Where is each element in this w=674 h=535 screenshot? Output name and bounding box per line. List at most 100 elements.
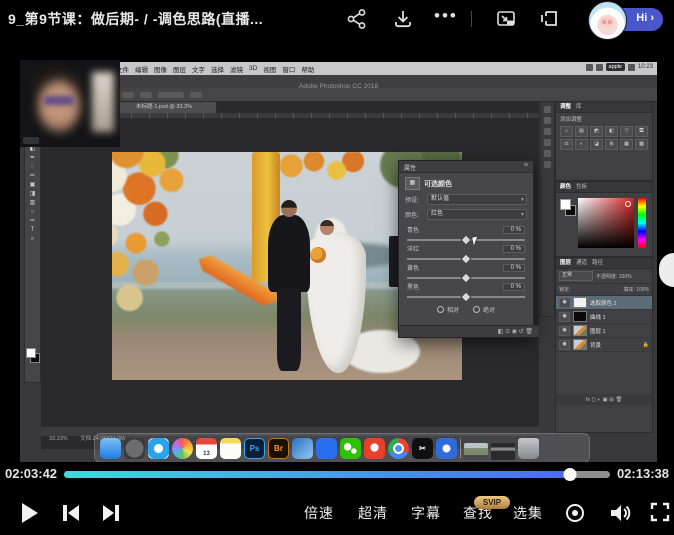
dock-icon-trash[interactable] [518, 438, 539, 459]
dock-icon-chrome[interactable] [388, 438, 409, 459]
exposure-adjustment-icon[interactable]: ◧ [605, 126, 618, 137]
slider-track[interactable] [407, 239, 525, 241]
hue-adjustment-icon[interactable]: 〓 [635, 126, 648, 137]
zoom-level[interactable]: 33.33% [49, 436, 68, 442]
eyedropper-tool-icon[interactable]: ✒ [30, 155, 35, 161]
vibrance-adjustment-icon[interactable]: ▽ [620, 126, 633, 137]
menu-item[interactable]: 图像 [154, 64, 167, 74]
slider-track[interactable] [407, 277, 525, 279]
quality-button[interactable]: 超清 [358, 503, 388, 523]
preset-select[interactable]: 默认值▾ [427, 194, 527, 205]
tab-layers[interactable]: 图层 [560, 258, 571, 268]
play-button[interactable] [18, 501, 40, 525]
side-drawer-handle[interactable] [659, 253, 674, 287]
fullscreen-icon[interactable] [650, 502, 670, 522]
dock-minimized-window[interactable] [491, 443, 515, 460]
selectivecolor-adjustment-icon[interactable]: ▩ [635, 139, 648, 150]
menu-item[interactable]: 选择 [211, 64, 224, 74]
color-select[interactable]: 红色▾ [427, 209, 527, 220]
menu-item[interactable]: 窗口 [282, 64, 295, 74]
opacity-label[interactable]: 不透明度: 100% [596, 273, 632, 280]
more-icon[interactable]: ••• [434, 6, 456, 28]
layer-mask-thumbnail[interactable] [573, 297, 587, 308]
panel-icon[interactable] [544, 106, 551, 113]
dock-icon-wechat[interactable] [340, 438, 361, 459]
dock-icon-bridge[interactable]: Br [268, 438, 289, 459]
bw-adjustment-icon[interactable]: ◐ [575, 139, 588, 150]
dock-minimized-window[interactable] [464, 443, 488, 460]
dock-icon-photos[interactable] [172, 438, 193, 459]
color-field[interactable] [578, 198, 634, 248]
record-icon[interactable] [564, 502, 586, 524]
foreground-color-swatch[interactable] [26, 348, 36, 358]
tab-color[interactable]: 颜色 [560, 182, 571, 192]
colorbalance-adjustment-icon[interactable]: ⚖ [560, 139, 573, 150]
visibility-eye-icon[interactable]: ◉ [559, 340, 570, 350]
zoom-tool-icon[interactable]: ⌕ [31, 236, 34, 242]
dock-icon-safari[interactable] [148, 438, 169, 459]
dock-icon-launchpad[interactable] [124, 438, 145, 459]
pen-tool-icon[interactable]: ✑ [30, 218, 35, 224]
dock-icon-photoshop[interactable]: Ps [244, 438, 265, 459]
tab-libraries[interactable]: 库 [576, 102, 582, 112]
hue-strip[interactable] [638, 198, 646, 248]
dock-icon-finder[interactable] [100, 438, 121, 459]
speed-button[interactable]: 倍速 [304, 503, 334, 523]
relative-radio[interactable]: 相对 [437, 305, 459, 314]
heal-tool-icon[interactable]: ◌ [31, 164, 35, 170]
next-episode-button[interactable] [100, 503, 122, 523]
layers-footer[interactable]: fx ◻ ◐ ▣ ⊞ 🗑 [556, 394, 652, 405]
tab-adjustments[interactable]: 调整 [560, 102, 571, 112]
visibility-eye-icon[interactable]: ◉ [559, 326, 570, 336]
layer-row-layer1[interactable]: ◉ 图层 1 [556, 324, 652, 338]
photofilter-adjustment-icon[interactable]: ◪ [590, 139, 603, 150]
color-foreground-swatch[interactable] [560, 199, 571, 210]
download-icon[interactable] [392, 8, 414, 30]
slider-value[interactable]: 0 % [503, 226, 525, 234]
lookup-adjustment-icon[interactable]: ▦ [620, 139, 633, 150]
menu-item[interactable]: 图层 [173, 64, 186, 74]
gradient-tool-icon[interactable]: ▥ [30, 200, 36, 206]
slider-track[interactable] [407, 296, 525, 298]
text-tool-icon[interactable]: T [31, 227, 35, 233]
menu-item[interactable]: 编辑 [135, 64, 148, 74]
layer-row-background[interactable]: ◉ 背景 🔒 [556, 338, 652, 352]
share-icon[interactable] [346, 8, 368, 30]
menu-item[interactable]: 视图 [263, 64, 276, 74]
panel-icon[interactable] [544, 117, 551, 124]
menu-item[interactable]: 帮助 [301, 64, 314, 74]
menu-item[interactable]: 文字 [192, 64, 205, 74]
tab-channels[interactable]: 通道 [576, 258, 587, 268]
slider-value[interactable]: 0 % [503, 264, 525, 272]
tab-swatches[interactable]: 色板 [576, 182, 587, 192]
dodge-tool-icon[interactable]: ○ [31, 209, 35, 215]
blend-mode-select[interactable]: 正常 [559, 271, 593, 281]
layer-thumbnail[interactable] [573, 325, 587, 336]
menu-item[interactable]: 滤镜 [230, 64, 243, 74]
visibility-eye-icon[interactable]: ◉ [559, 312, 570, 322]
footer-icons[interactable]: ◧ ⊙ ◉ ↺ 🗑 [498, 328, 533, 335]
layer-mask-thumbnail[interactable] [573, 311, 587, 322]
layer-row-selective-color[interactable]: ◉ 选取颜色 1 [556, 296, 652, 310]
layer-row-curves[interactable]: ◉ 曲线 1 [556, 310, 652, 324]
dock-icon-capcut[interactable]: ✂ [412, 438, 433, 459]
dock-icon-notes[interactable] [220, 438, 241, 459]
pip-icon[interactable] [495, 8, 517, 30]
episodes-button[interactable]: 选集 [513, 503, 543, 523]
levels-adjustment-icon[interactable]: ▤ [575, 126, 588, 137]
slider-value[interactable]: 0 % [503, 283, 525, 291]
panel-icon[interactable] [544, 139, 551, 146]
brush-tool-icon[interactable]: ✏ [30, 173, 35, 179]
previous-episode-button[interactable] [60, 503, 82, 523]
dock-icon-netdisk[interactable] [316, 438, 337, 459]
fill-label[interactable]: 填充: 100% [623, 286, 649, 293]
slider-value[interactable]: 0 % [503, 245, 525, 253]
dock-icon-video-app[interactable] [436, 438, 457, 459]
panel-icon[interactable] [544, 128, 551, 135]
panel-icon[interactable] [544, 150, 551, 157]
properties-footer[interactable]: ◧ ⊙ ◉ ↺ 🗑 [399, 325, 539, 337]
dock-icon-calendar[interactable]: 13 [196, 438, 217, 459]
curves-adjustment-icon[interactable]: ◩ [590, 126, 603, 137]
layer-thumbnail[interactable] [573, 339, 587, 350]
tab-paths[interactable]: 路径 [592, 258, 603, 268]
